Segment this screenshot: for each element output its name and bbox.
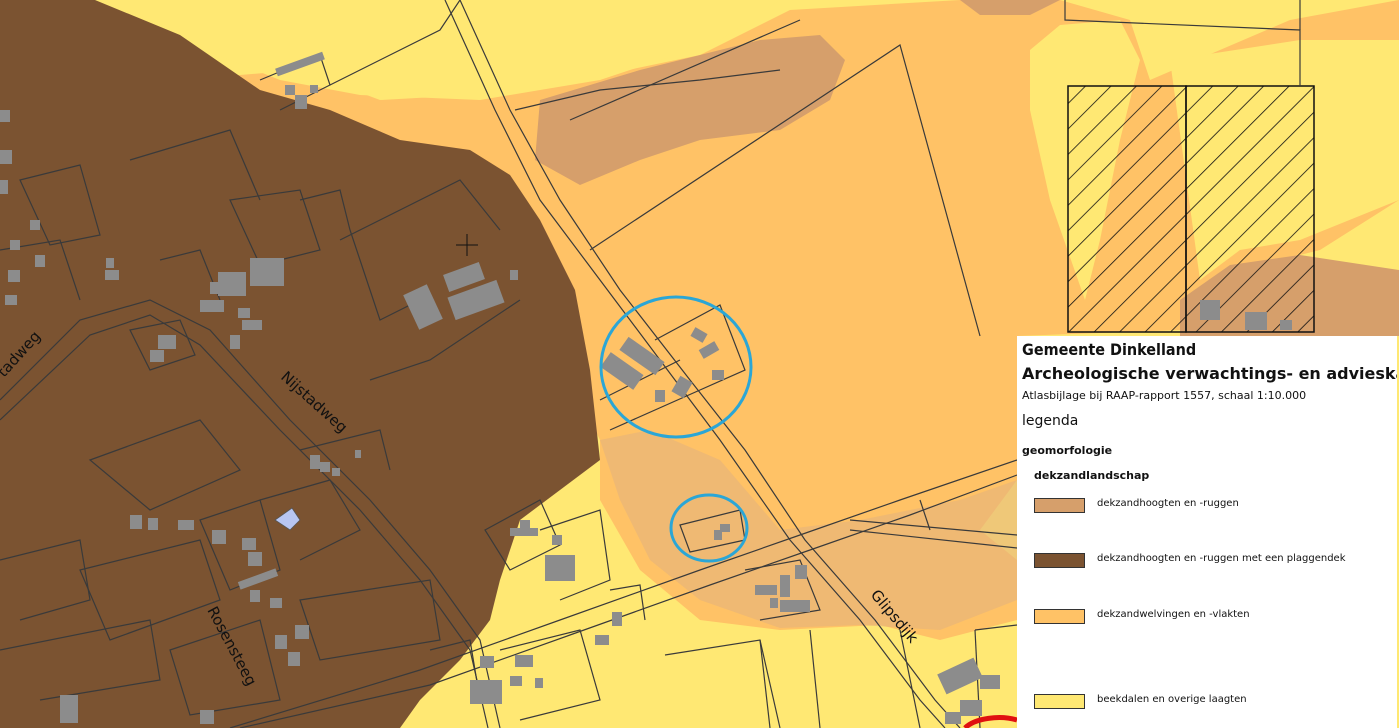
legend-swatch-plaggendek (1034, 553, 1085, 568)
legend-swatch-welvingen (1034, 609, 1085, 624)
hatched-zone-a (1067, 85, 1187, 333)
legend-item-label: dekzandhoogten en -ruggen (1097, 498, 1239, 509)
legend-subtitle: Atlasbijlage bij RAAP-rapport 1557, scha… (1022, 389, 1307, 402)
hatched-zone-b (1185, 85, 1315, 333)
legend-heading-dekzandlandschap: dekzandlandschap (1034, 469, 1150, 482)
legend-item-label: dekzandwelvingen en -vlakten (1097, 609, 1250, 620)
legend-panel: Gemeente Dinkelland Archeologische verwa… (1017, 336, 1397, 728)
legend-label: legenda (1022, 413, 1079, 429)
legend-title-municipality: Gemeente Dinkelland (1022, 340, 1197, 359)
legend-heading-geomorfologie: geomorfologie (1022, 444, 1113, 457)
legend-item-label: beekdalen en overige laagten (1097, 694, 1247, 705)
legend-swatch-hoogten (1034, 498, 1085, 513)
legend-swatch-beekdalen (1034, 694, 1085, 709)
legend-title-map: Archeologische verwachtings- en advieska… (1022, 364, 1397, 383)
legend-item-label: dekzandhoogten en -ruggen met een plagge… (1097, 553, 1346, 564)
